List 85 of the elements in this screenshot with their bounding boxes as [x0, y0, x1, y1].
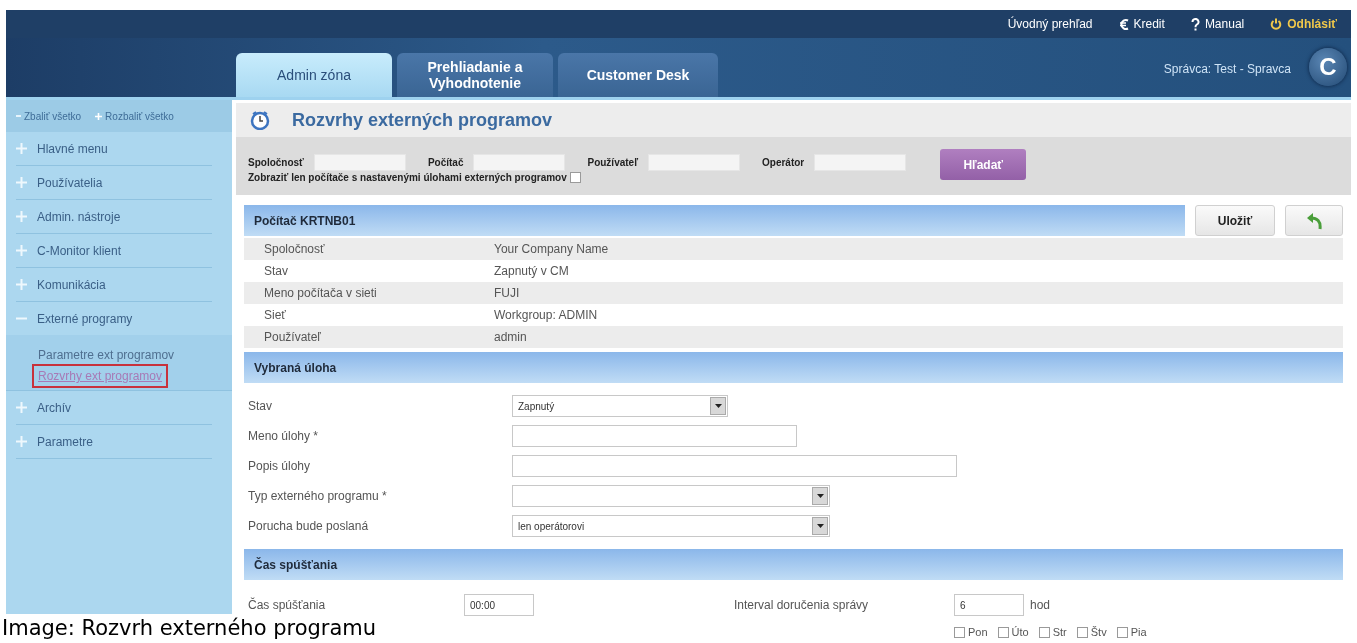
detail-label: Stav [264, 264, 289, 278]
day-label: Pon [968, 626, 988, 638]
filter-label: Počítač [427, 157, 464, 168]
filter-field[interactable] [473, 154, 566, 171]
menu-item[interactable]: Hlavné menu [16, 132, 212, 166]
detail-value: Your Company Name [494, 242, 610, 256]
time-field[interactable]: 00:00 [464, 594, 534, 616]
menu-label: Externé programy [37, 311, 133, 326]
plus-icon [95, 112, 103, 120]
page-title: Rozvrhy externých programov [292, 109, 553, 131]
text-field[interactable] [512, 455, 957, 477]
filter-field[interactable] [814, 154, 907, 171]
back-arrow-icon [1306, 211, 1322, 230]
nav-tab[interactable]: Customer Desk [558, 53, 718, 97]
checkbox[interactable] [1038, 626, 1050, 638]
day-label: Str [1052, 626, 1067, 638]
day-label: Štv [1090, 626, 1107, 638]
field-label: Interval doručenia správy [734, 598, 870, 612]
detail-label: Spoločnosť [264, 242, 326, 256]
menu-label: Hlavné menu [37, 141, 108, 156]
menu-item[interactable]: Admin. nástroje [16, 200, 212, 234]
section-header: Počítač KRTNB01 [244, 205, 1185, 236]
help-icon [1190, 17, 1200, 31]
top-link[interactable]: Odhlásiť [1270, 17, 1337, 31]
top-link[interactable]: Úvodný prehľad [1007, 17, 1093, 31]
detail-value: Workgroup: ADMIN [494, 308, 599, 322]
checkbox[interactable] [1116, 626, 1128, 638]
day-label: Úto [1011, 626, 1029, 638]
filter-label: Spoločnosť [248, 157, 304, 168]
field-label: Stav [247, 398, 273, 415]
checkbox[interactable] [997, 626, 1009, 638]
menu-item[interactable]: Archív [16, 391, 212, 425]
checkbox[interactable] [954, 626, 965, 638]
menu-label: C-Monitor klient [37, 243, 122, 258]
menu-item[interactable]: C-Monitor klient [16, 234, 212, 268]
filter-label: Používateľ [587, 157, 639, 168]
text-field[interactable] [512, 425, 797, 447]
search-button[interactable]: Hľadať [940, 149, 1027, 180]
top-link[interactable]: Manual [1190, 17, 1245, 31]
logo: C [1309, 48, 1347, 86]
nav-tab[interactable]: Admin zóna [236, 53, 392, 97]
checkbox[interactable] [569, 172, 581, 183]
back-button[interactable] [1285, 205, 1343, 236]
minus-icon [16, 115, 21, 117]
alarm-clock-icon [250, 110, 270, 130]
field-label: Typ externého programu * [247, 488, 388, 505]
dropdown[interactable]: Zapnutý [512, 395, 728, 417]
section-header: Vybraná úloha [244, 352, 1343, 383]
menu-label: Používatelia [37, 175, 103, 190]
euro-icon [1118, 17, 1129, 31]
power-icon [1270, 18, 1283, 30]
filter-label: Operátor [762, 157, 805, 168]
top-link[interactable]: Kredit [1118, 17, 1165, 31]
unit-label: hod [1030, 598, 1051, 612]
detail-label: Sieť [264, 308, 287, 322]
day-label: Pia [1130, 626, 1147, 638]
menu-label: Archív [37, 400, 71, 415]
detail-value: Zapnutý v CM [494, 264, 570, 278]
detail-value: admin [494, 330, 528, 344]
menu-label: Komunikácia [37, 277, 106, 292]
section-header: Čas spúšťania [244, 549, 1343, 580]
detail-value: FUJI [494, 286, 521, 300]
menu-label: Admin. nástroje [37, 209, 121, 224]
dropdown[interactable]: len operátorovi [512, 515, 830, 537]
field-label: Meno úlohy * [247, 428, 320, 445]
user-label: Správca: Test - Spravca [1163, 62, 1291, 76]
checkbox[interactable] [1076, 626, 1088, 638]
menu-item[interactable]: Parametre [16, 425, 212, 459]
field-label: Čas spúšťania [247, 598, 327, 612]
detail-label: Meno počítača v sieti [264, 286, 378, 300]
dropdown[interactable] [512, 485, 830, 507]
nav-tab[interactable]: Prehliadanie a Vyhodnotenie [397, 53, 553, 97]
checkbox-label: Zobraziť len počítače s nastavenými úlohami externých programov [248, 172, 567, 183]
interval-field[interactable]: 6 [954, 594, 1024, 616]
menu-label: Parametre [37, 434, 94, 449]
field-label: Popis úlohy [247, 458, 312, 475]
field-label: Porucha bude poslaná [247, 518, 370, 535]
save-button[interactable]: Uložiť [1195, 205, 1275, 236]
menu-item[interactable]: Komunikácia [16, 268, 212, 302]
detail-label: Používateľ [264, 330, 322, 344]
menu-item[interactable]: Používatelia [16, 166, 212, 200]
filter-field[interactable] [313, 154, 406, 171]
submenu-link[interactable]: Parametre ext programov [36, 347, 177, 363]
filter-field[interactable] [648, 154, 741, 171]
image-caption: Image: Rozvrh externého programu [2, 616, 377, 640]
